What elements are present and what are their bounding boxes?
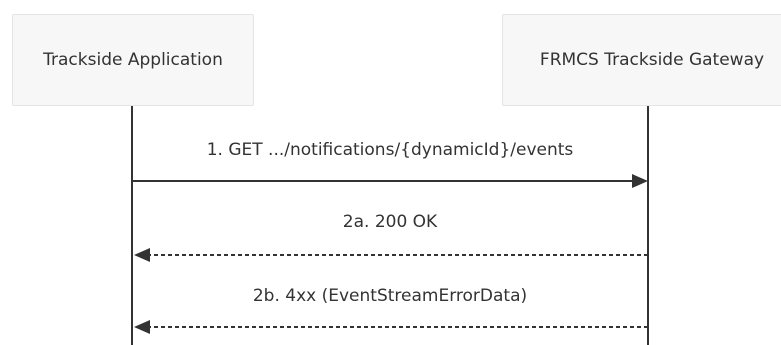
message-1-arrow (132, 174, 648, 188)
message-2a-arrow (134, 248, 648, 262)
message-2b-arrow (134, 320, 648, 334)
message-arrows (132, 174, 648, 334)
